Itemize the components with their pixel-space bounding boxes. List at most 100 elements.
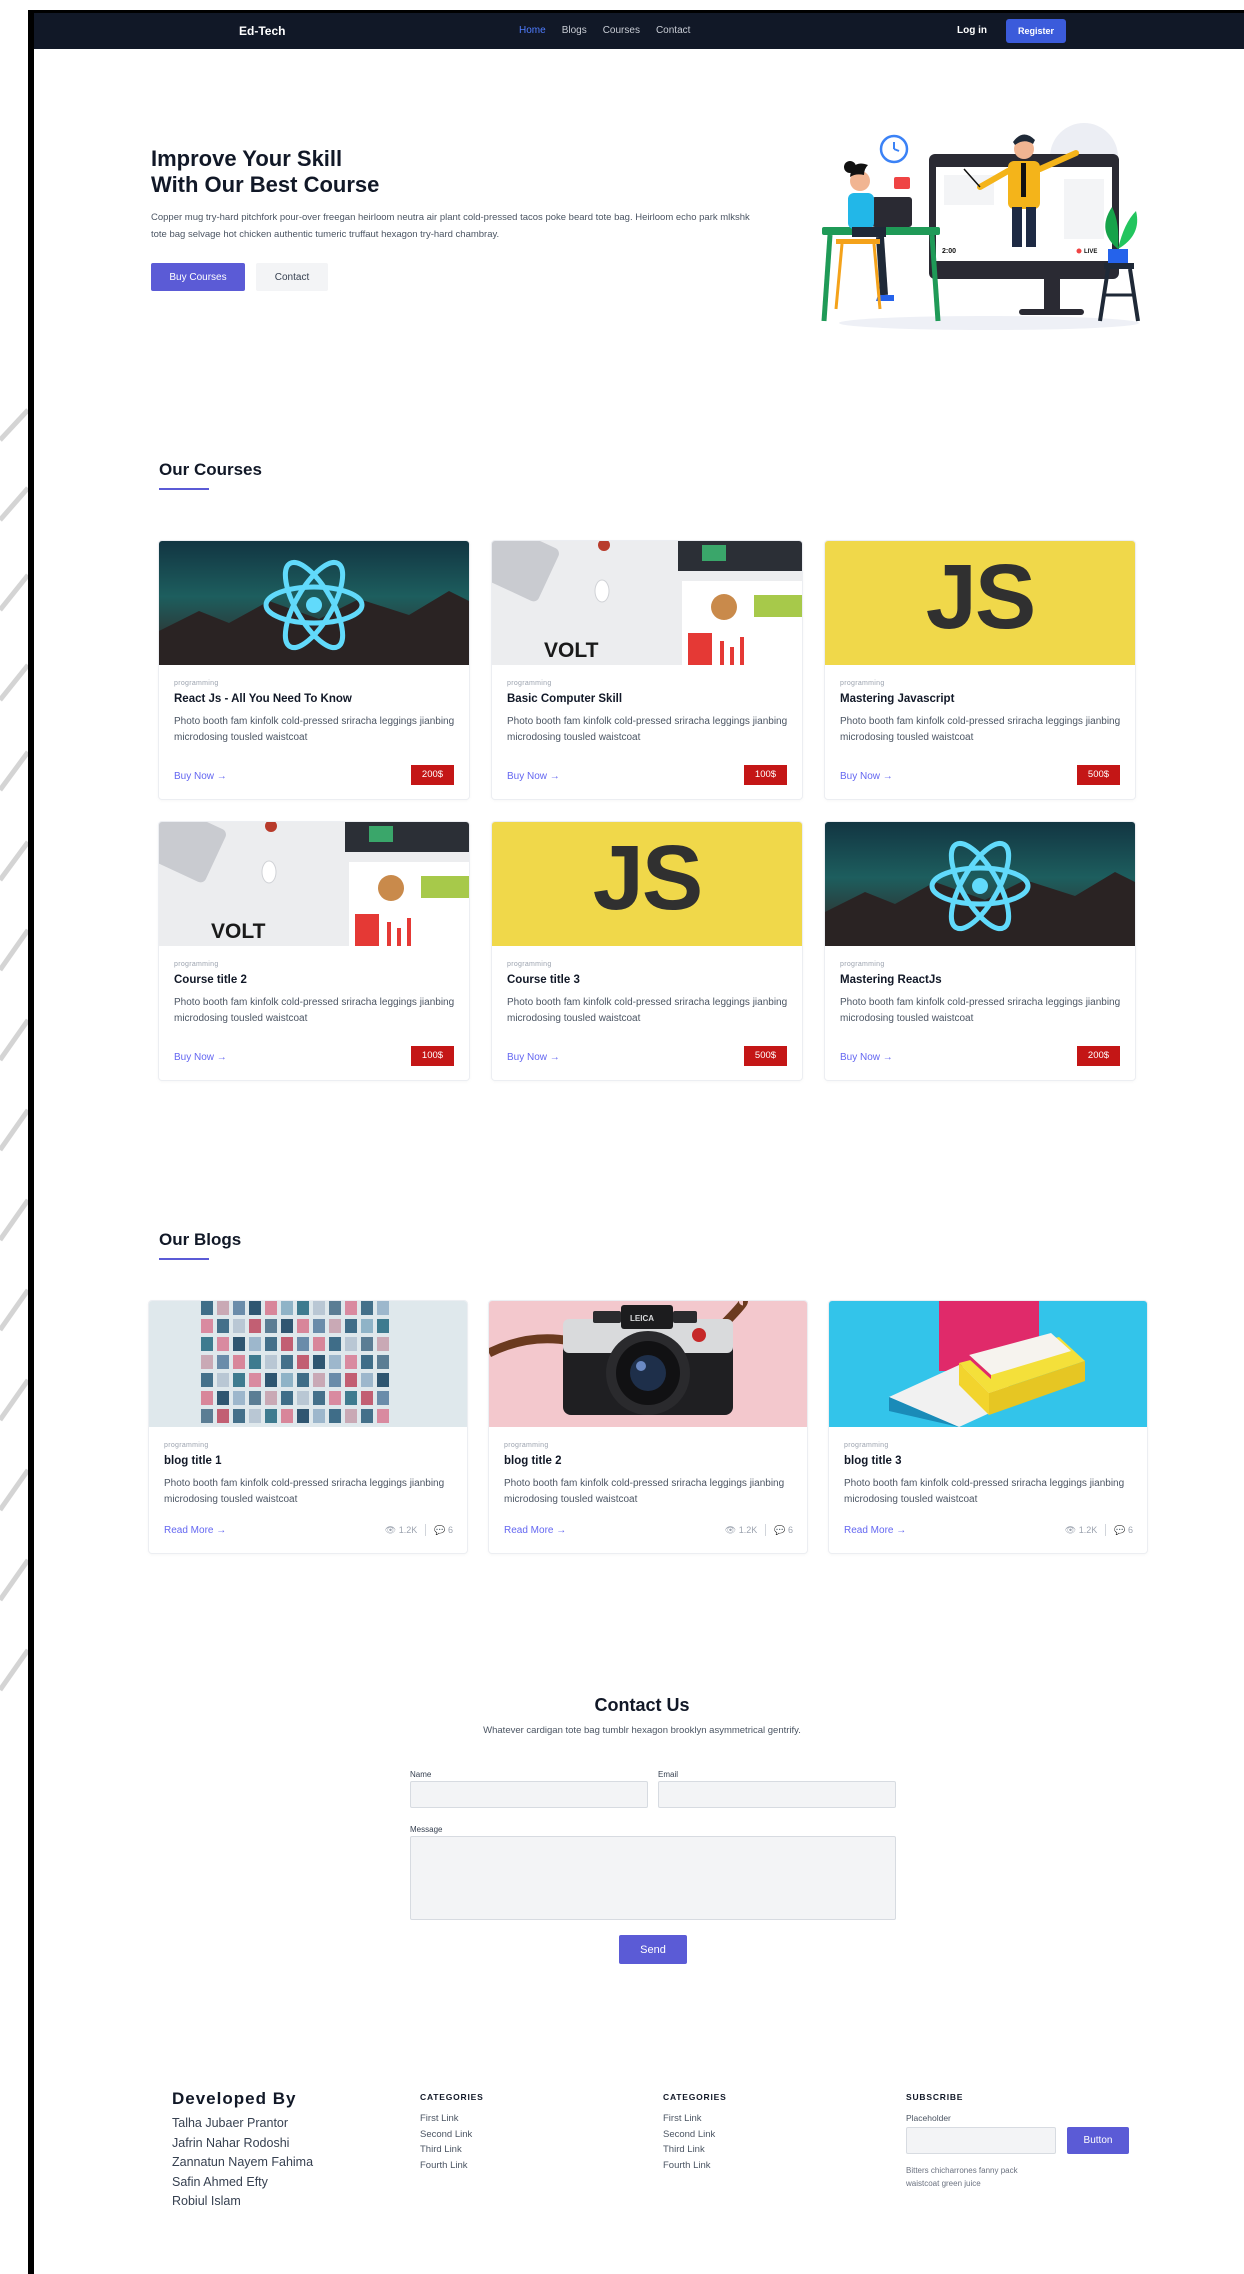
footer-link[interactable]: First Link (420, 2111, 472, 2127)
register-button[interactable]: Register (1006, 19, 1066, 43)
hero-title-line-1: Improve Your Skill (151, 146, 343, 171)
read-more-label: Read More (844, 1525, 894, 1536)
js-logo-text: JS (925, 546, 1037, 648)
subscribe-input[interactable] (906, 2127, 1056, 2154)
footer-link[interactable]: Second Link (663, 2127, 715, 2143)
hero-title: Improve Your Skill With Our Best Course (151, 146, 451, 198)
browser-frame: Ed-Tech Home Blogs Courses Contact Log i… (28, 10, 1244, 2274)
footer-link[interactable]: Third Link (420, 2142, 472, 2158)
course-card: VOLT programming Course title 2 Photo bo… (159, 822, 469, 1080)
price-badge: 500$ (744, 1046, 787, 1066)
developer-name: Zannatun Nayem Fahima (172, 2155, 314, 2169)
message-label: Message (410, 1825, 443, 1834)
brand-logo[interactable]: Ed-Tech (239, 24, 285, 38)
course-description: Photo booth fam kinfolk cold-pressed sri… (840, 716, 1121, 743)
name-input[interactable] (410, 1781, 648, 1808)
course-title[interactable]: React Js - All You Need To Know (174, 693, 459, 705)
courses-title-underline (159, 488, 209, 490)
price-badge: 200$ (1077, 1046, 1120, 1066)
buy-now-label: Buy Now (507, 1052, 548, 1063)
course-description: Photo booth fam kinfolk cold-pressed sri… (174, 997, 455, 1024)
hero-description: Copper mug try-hard pitchfork pour-over … (151, 212, 750, 240)
buy-now-label: Buy Now (174, 771, 215, 782)
message-textarea[interactable] (410, 1836, 896, 1920)
read-more-link[interactable]: Read More → (844, 1525, 906, 1536)
react-logo-icon (159, 559, 469, 665)
contact-subtitle: Whatever cardigan tote bag tumblr hexago… (483, 1725, 801, 1736)
buy-now-link[interactable]: Buy Now → (507, 1052, 560, 1063)
buy-now-link[interactable]: Buy Now → (840, 771, 893, 782)
subscribe-button[interactable]: Button (1067, 2127, 1129, 2154)
nav-link-courses[interactable]: Courses (603, 25, 640, 36)
view-count: 1.2K (398, 1525, 418, 1535)
footer-link[interactable]: Third Link (663, 2142, 715, 2158)
nav-link-contact[interactable]: Contact (656, 25, 690, 36)
price-badge: 100$ (744, 765, 787, 785)
arrow-right-icon: → (549, 1052, 560, 1063)
course-title[interactable]: Basic Computer Skill (507, 693, 792, 705)
footer-categories-title-1: CATEGORIES (420, 2092, 484, 2102)
subscribe-description: Bitters chicharrones fanny pack waistcoa… (906, 2166, 1018, 2188)
blog-stats: 👁 1.2K 💬 6 (385, 1524, 453, 1536)
footer-link[interactable]: Fourth Link (420, 2158, 472, 2174)
course-category: programming (174, 680, 219, 687)
blog-card-body: programming blog title 2 Photo booth fam… (504, 1442, 789, 1508)
buy-now-label: Buy Now (840, 771, 881, 782)
course-image-js: JS (825, 541, 1135, 665)
course-description: Photo booth fam kinfolk cold-pressed sri… (507, 997, 788, 1024)
course-title[interactable]: Course title 2 (174, 974, 459, 986)
view-count: 1.2K (738, 1525, 758, 1535)
price-badge: 500$ (1077, 765, 1120, 785)
arrow-right-icon: → (216, 1052, 227, 1063)
contact-title: Contact Us (594, 1695, 690, 1715)
footer-link[interactable]: Second Link (420, 2127, 472, 2143)
blog-image-cards (829, 1301, 1147, 1427)
course-image-volt: VOLT (492, 541, 802, 665)
footer-link[interactable]: Fourth Link (663, 2158, 715, 2174)
course-title[interactable]: Mastering ReactJs (840, 974, 1125, 986)
login-link[interactable]: Log in (957, 25, 987, 36)
camera-brand-label: LEICA (630, 1314, 654, 1323)
screen-time-label: 2:00 (942, 248, 956, 255)
blog-stats: 👁 1.2K 💬 6 (1065, 1524, 1133, 1536)
read-more-link[interactable]: Read More → (504, 1525, 566, 1536)
developer-name: Talha Jubaer Prantor (172, 2116, 289, 2130)
buy-courses-button[interactable]: Buy Courses (151, 263, 245, 291)
volt-logo-text: VOLT (544, 639, 599, 662)
buy-now-link[interactable]: Buy Now → (840, 1052, 893, 1063)
eye-icon: 👁 (1064, 1524, 1077, 1535)
course-image-react (825, 822, 1135, 946)
arrow-right-icon: → (549, 771, 560, 782)
course-image-js: JS (492, 822, 802, 946)
course-category: programming (507, 961, 552, 968)
react-logo-icon (825, 840, 1135, 946)
blogs-section-title: Our Blogs (159, 1230, 242, 1249)
volt-logo-text: VOLT (211, 920, 266, 943)
footer-link[interactable]: First Link (663, 2111, 715, 2127)
background-decoration (0, 408, 28, 1692)
course-title[interactable]: Mastering Javascript (840, 693, 1125, 705)
blog-description: Photo booth fam kinfolk cold-pressed sri… (844, 1478, 1125, 1505)
send-button[interactable]: Send (619, 1935, 687, 1964)
course-image-volt: VOLT (159, 822, 469, 946)
nav-link-home[interactable]: Home (519, 25, 546, 36)
buy-now-link[interactable]: Buy Now → (174, 771, 227, 782)
read-more-link[interactable]: Read More → (164, 1525, 226, 1536)
email-input[interactable] (658, 1781, 896, 1808)
arrow-right-icon: → (216, 1525, 227, 1536)
developed-by-title: Developed By (172, 2089, 297, 2108)
buy-now-link[interactable]: Buy Now → (507, 771, 560, 782)
buy-now-link[interactable]: Buy Now → (174, 1052, 227, 1063)
hero-contact-button[interactable]: Contact (256, 263, 328, 291)
course-card: VOLT programming Basic Computer Skill Ph… (492, 541, 802, 799)
blog-title[interactable]: blog title 1 (164, 1455, 449, 1467)
nav-link-blogs[interactable]: Blogs (562, 25, 587, 36)
blog-title[interactable]: blog title 3 (844, 1455, 1129, 1467)
comment-count: 6 (1127, 1525, 1133, 1535)
course-title[interactable]: Course title 3 (507, 974, 792, 986)
blog-title[interactable]: blog title 2 (504, 1455, 789, 1467)
course-card-body: programming Basic Computer Skill Photo b… (507, 680, 792, 746)
course-description: Photo booth fam kinfolk cold-pressed sri… (840, 997, 1121, 1024)
subscribe-label: Placeholder (906, 2113, 951, 2123)
eye-icon: 👁 (384, 1524, 397, 1535)
